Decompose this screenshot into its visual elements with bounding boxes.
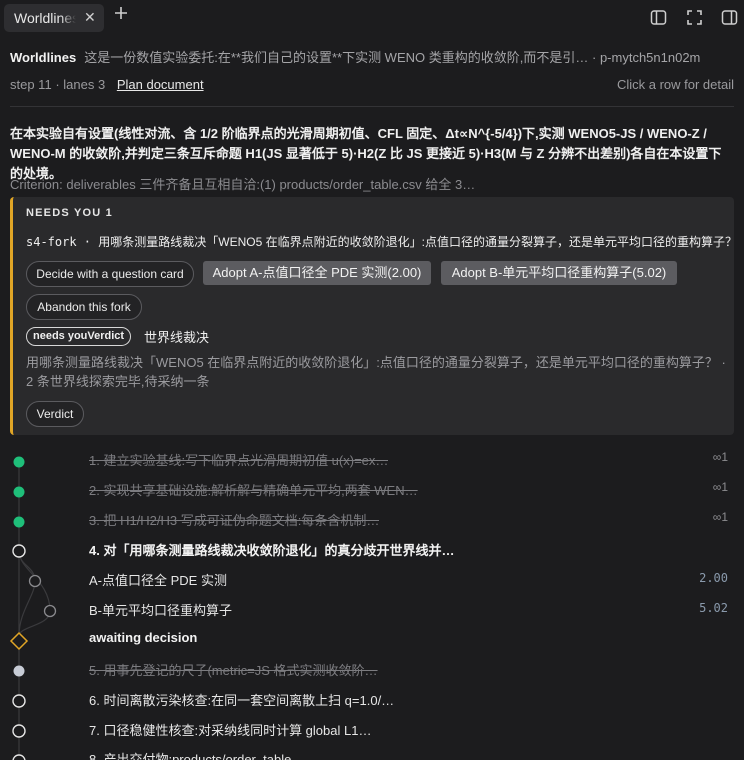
fork-question-text: 用哪条测量路线裁决「WENO5 在临界点附近的收敛阶退化」:点值口径的通量分裂算… (98, 235, 737, 249)
row-hint: Click a row for detail (616, 77, 734, 92)
meta-separator: · (55, 77, 60, 92)
criterion-text[interactable]: Criterion: deliverables 三件齐备且互相自洽:(1) pr… (10, 174, 734, 193)
close-icon[interactable]: ✕ (84, 9, 96, 26)
step-done-dot[interactable] (13, 456, 25, 468)
plan-document-link[interactable]: Plan document (117, 77, 204, 92)
adopt-a-button[interactable]: Adopt A-点值口径全 PDE 实测(2.00) (203, 261, 431, 285)
timeline-row[interactable]: 5. 用事先登记的尺子(metric=JS 格式实测收敛阶… (89, 660, 378, 679)
verdict-description: 用哪条测量路线裁决「WENO5 在临界点附近的收敛阶退化」:点值口径的通量分裂算… (26, 355, 726, 389)
page-title: Worldlines (10, 50, 77, 65)
needs-you-card: NEEDS YOU 1 s4-fork · 用哪条测量路线裁决「WENO5 在临… (10, 197, 737, 435)
timeline-row[interactable]: A-点值口径全 PDE 实测 (89, 570, 227, 589)
step-done-dot[interactable] (13, 516, 25, 528)
timeline-row[interactable]: 1. 建立实验基线:写下临界点光滑周期初值 u(x)=ex… (89, 450, 388, 469)
row-value: 2.00 (699, 571, 728, 585)
needs-you-heading: NEEDS YOU 1 (26, 207, 113, 219)
timeline-row[interactable]: 4. 对「用哪条测量路线裁决收敛阶退化」的真分歧开世界线并… (89, 540, 454, 559)
decision-diamond-icon[interactable] (9, 631, 29, 651)
timeline-row[interactable]: 6. 时间离散污染核查:在同一套空间离散上扫 q=1.0/… (89, 690, 394, 709)
header-description: 这是一份数值实验委托:在**我们自己的设置**下实测 WENO 类重构的收敛阶,… (84, 50, 589, 65)
step-skipped-dot[interactable] (13, 665, 25, 677)
timeline-row[interactable]: awaiting decision (89, 630, 197, 645)
sidebar-right-icon[interactable] (721, 9, 738, 31)
timeline-row[interactable]: 3. 把 H1/H2/H3 写成可证伪命题文档:每条含机制… (89, 510, 379, 529)
abandon-fork-button[interactable]: Abandon this fork (26, 294, 142, 320)
step-pending-dot[interactable] (12, 694, 26, 708)
verdict-label: 世界线裁决 (144, 330, 210, 345)
meta-row: step 11 · lanes 3 Plan document (10, 77, 204, 92)
needs-you-verdict-badge: needs youVerdict (26, 327, 132, 346)
tab-worldlines[interactable]: Worldlines ✕ (4, 4, 104, 32)
header-title-row: Worldlines 这是一份数值实验委托:在**我们自己的设置**下实测 WEN… (10, 47, 734, 66)
row-value: ∞1 (712, 510, 728, 524)
project-id: p-mytch5n1n02m (599, 50, 701, 65)
step-count: step 11 (10, 77, 52, 92)
fork-question: s4-fork · 用哪条测量路线裁决「WENO5 在临界点附近的收敛阶退化」:… (26, 233, 737, 250)
divider (10, 106, 734, 107)
tab-label: Worldlines (14, 10, 76, 26)
tab-bar: Worldlines ✕ (0, 0, 744, 36)
fork-question-separator: · (76, 235, 99, 249)
step-pending-dot[interactable] (12, 724, 26, 738)
lane-count: lanes 3 (63, 77, 106, 92)
fork-id: s4-fork (26, 235, 77, 249)
timeline-row[interactable]: B-单元平均口径重构算子 (89, 600, 232, 619)
header-separator: · (591, 50, 597, 65)
timeline-row[interactable]: 8. 产出交付物:products/order_table… (89, 749, 304, 760)
step-done-dot[interactable] (13, 486, 25, 498)
row-value: ∞1 (712, 450, 728, 464)
fullscreen-icon[interactable] (686, 9, 703, 31)
decide-question-card-button[interactable]: Decide with a question card (26, 261, 194, 287)
branch-b-dot[interactable] (43, 604, 57, 618)
plus-icon[interactable] (114, 6, 128, 25)
branch-a-dot[interactable] (28, 574, 42, 588)
step-active-dot[interactable] (12, 544, 26, 558)
timeline-graph (9, 456, 57, 760)
row-value: 5.02 (699, 601, 728, 615)
step-pending-dot[interactable] (12, 754, 26, 760)
timeline-row[interactable]: 7. 口径稳健性核查:对采纳线同时计算 global L1… (89, 720, 371, 739)
timeline-row[interactable]: 2. 实现共享基础设施:解析解与精确单元平均,两套 WEN… (89, 480, 418, 499)
sidebar-left-icon[interactable] (650, 9, 667, 31)
adopt-b-button[interactable]: Adopt B-单元平均口径重构算子(5.02) (441, 261, 677, 285)
verdict-button[interactable]: Verdict (26, 401, 84, 427)
row-value: ∞1 (712, 480, 728, 494)
